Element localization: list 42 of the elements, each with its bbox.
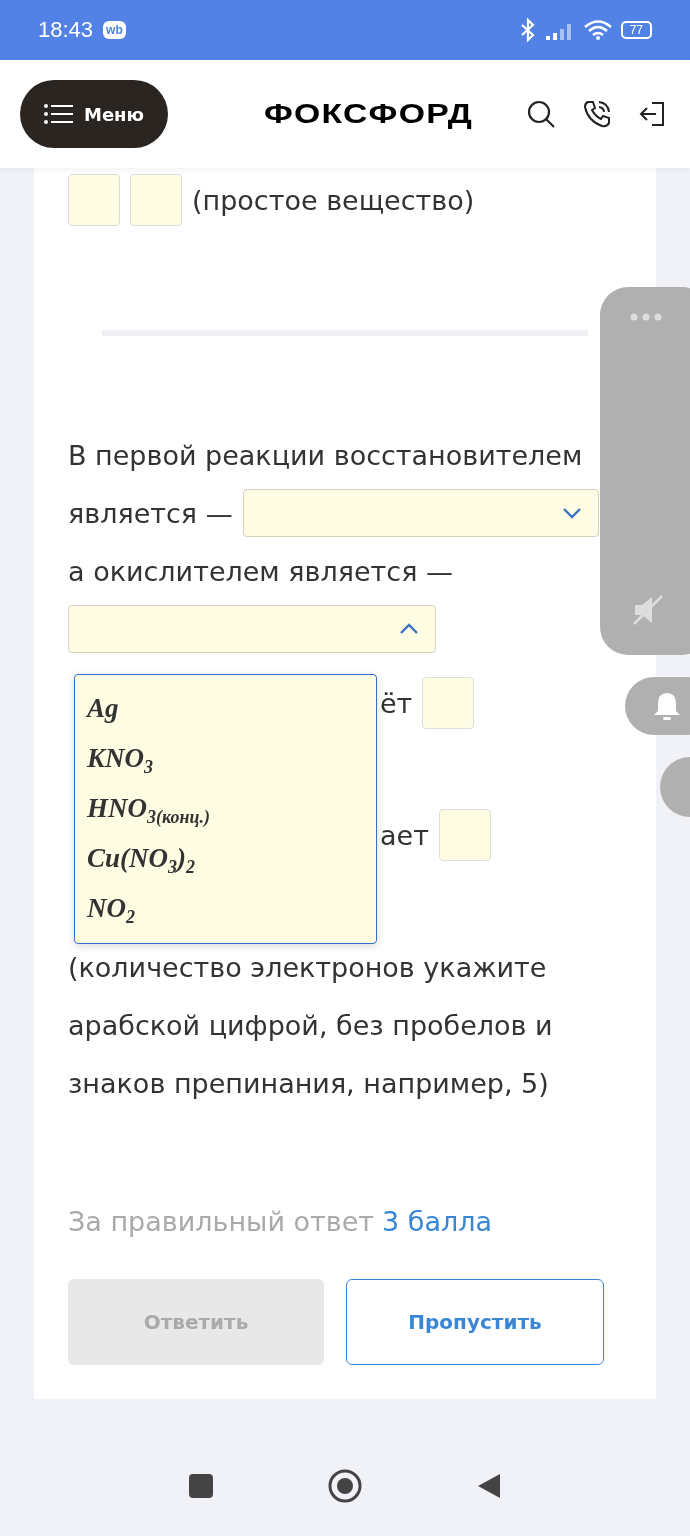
dropdown-field[interactable] (68, 605, 436, 653)
score-points: 3 балла (382, 1205, 493, 1237)
question-text: арабской цифрой, без пробелов и (68, 1009, 553, 1041)
dropdown-option[interactable]: Ag (87, 683, 364, 733)
notification-button[interactable] (625, 677, 690, 735)
status-time: 18:43 (38, 17, 94, 43)
search-icon[interactable] (526, 99, 556, 129)
question-text: (количество электронов укажите (68, 951, 547, 983)
dropdown-option[interactable]: Cu(NO$_{3}$)$_{2}$ (87, 833, 364, 883)
home-icon[interactable] (328, 1469, 362, 1503)
menu-button[interactable]: Меню (20, 80, 168, 148)
recent-apps-icon[interactable] (188, 1473, 214, 1499)
chevron-icon (561, 507, 582, 519)
back-icon[interactable] (476, 1472, 502, 1500)
dropdown-option[interactable]: KNO$_{3}$ (87, 733, 364, 783)
question-text: знаков препинания, например, 5) (68, 1067, 549, 1099)
dropdown-field[interactable] (242, 489, 599, 537)
logout-icon[interactable] (638, 100, 666, 128)
question-text: а окислителем является — (68, 555, 453, 587)
question-text: является — (68, 497, 233, 529)
menu-icon (43, 104, 74, 124)
logo[interactable]: ФОКСФОРД (264, 98, 474, 130)
question-text: ает (380, 819, 429, 851)
answer-box[interactable] (438, 809, 491, 861)
mute-icon[interactable] (632, 594, 664, 626)
answer-box[interactable] (68, 174, 120, 226)
score-label: За правильный ответ (68, 1205, 374, 1237)
more-icon[interactable] (630, 312, 662, 322)
phone-icon[interactable] (582, 99, 612, 129)
bell-icon (653, 691, 681, 721)
question-text: В первой реакции восстановителем (68, 439, 583, 471)
app-badge: wb (103, 21, 126, 39)
answer-box[interactable] (130, 174, 182, 226)
wifi-icon (582, 19, 613, 41)
answer-caption: (простое вещество) (192, 184, 475, 216)
dropdown-option[interactable]: HNO$_{3(конц.)}$ (87, 783, 364, 833)
question-text: ёт (380, 687, 413, 719)
answer-box[interactable] (422, 677, 475, 729)
skip-button[interactable]: Пропустить (346, 1279, 604, 1365)
battery-level: 77 (620, 21, 652, 39)
dropdown-option[interactable]: NO$_{2}$ (87, 883, 364, 933)
chevron-icon (399, 623, 419, 635)
